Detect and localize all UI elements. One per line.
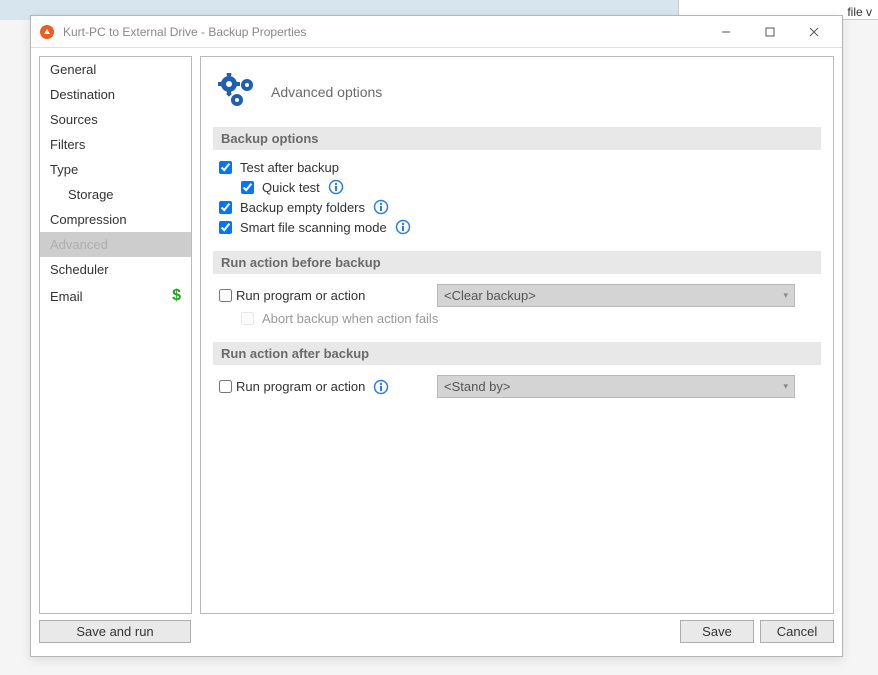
before-action-row: Run program or action <Clear backup> ▾ [213,282,821,309]
option-test-after-backup: Test after backup [213,158,821,177]
app-icon [39,24,55,40]
option-label: Run program or action [236,288,365,303]
checkbox-quick-test[interactable] [241,181,254,194]
sidebar-item-label: Scheduler [50,262,109,277]
sidebar-item-type[interactable]: Type [40,157,191,182]
option-label: Test after backup [240,160,339,175]
select-value: <Clear backup> [444,288,536,303]
sidebar-item-label: General [50,62,96,77]
titlebar: Kurt-PC to External Drive - Backup Prope… [31,16,842,48]
sidebar-item-label: Type [50,162,78,177]
after-action-row: Run program or action <Stand by> ▾ [213,373,821,400]
checkbox-smart-scanning[interactable] [219,221,232,234]
sidebar-item-compression[interactable]: Compression [40,207,191,232]
content-panel: Advanced options Backup options Test aft… [200,56,834,614]
sidebar-item-destination[interactable]: Destination [40,82,191,107]
option-label: Smart file scanning mode [240,220,387,235]
content-header: Advanced options [213,67,821,111]
checkbox-run-before[interactable] [219,289,232,302]
section-label-after-backup: Run action after backup [213,342,821,365]
option-backup-empty-folders: Backup empty folders [213,197,821,217]
save-button[interactable]: Save [680,620,754,643]
sidebar-item-label: Advanced [50,237,108,252]
option-label: Backup empty folders [240,200,365,215]
option-abort-on-fail: Abort backup when action fails [213,309,821,328]
section-label-backup-options: Backup options [213,127,821,150]
sidebar-item-label: Filters [50,137,85,152]
select-before-action[interactable]: <Clear backup> ▾ [437,284,795,307]
window-title: Kurt-PC to External Drive - Backup Prope… [63,25,704,39]
sidebar: General Destination Sources Filters Type… [39,56,192,614]
background-text-snippet: file v [847,5,872,19]
sidebar-item-sources[interactable]: Sources [40,107,191,132]
backup-properties-dialog: Kurt-PC to External Drive - Backup Prope… [30,15,843,657]
minimize-button[interactable] [704,17,748,47]
select-after-action[interactable]: <Stand by> ▾ [437,375,795,398]
close-button[interactable] [792,17,836,47]
info-icon[interactable] [373,379,389,395]
maximize-button[interactable] [748,17,792,47]
sidebar-item-general[interactable]: General [40,57,191,82]
select-value: <Stand by> [444,379,511,394]
checkbox-run-after[interactable] [219,380,232,393]
sidebar-item-filters[interactable]: Filters [40,132,191,157]
info-icon[interactable] [373,199,389,215]
dialog-footer: Save and run Save Cancel [31,614,842,656]
gears-icon [215,73,259,111]
dollar-icon: $ [172,287,181,305]
save-and-run-button[interactable]: Save and run [39,620,191,643]
sidebar-item-label: Destination [50,87,115,102]
info-icon[interactable] [395,219,411,235]
dialog-body: General Destination Sources Filters Type… [31,48,842,614]
sidebar-item-email[interactable]: Email $ [40,282,191,310]
sidebar-item-label: Email [50,289,83,304]
chevron-down-icon: ▾ [783,381,788,392]
sidebar-item-scheduler[interactable]: Scheduler [40,257,191,282]
option-quick-test: Quick test [213,177,821,197]
sidebar-item-label: Storage [68,187,114,202]
sidebar-item-label: Compression [50,212,127,227]
sidebar-item-storage[interactable]: Storage [40,182,191,207]
info-icon[interactable] [328,179,344,195]
option-label: Abort backup when action fails [262,311,438,326]
checkbox-test-after-backup[interactable] [219,161,232,174]
sidebar-item-advanced[interactable]: Advanced [40,232,191,257]
page-title: Advanced options [271,84,382,100]
checkbox-abort-on-fail [241,312,254,325]
sidebar-item-label: Sources [50,112,98,127]
option-smart-file-scanning: Smart file scanning mode [213,217,821,237]
section-label-before-backup: Run action before backup [213,251,821,274]
window-controls [704,17,836,47]
option-label: Run program or action [236,379,365,394]
chevron-down-icon: ▾ [783,290,788,301]
option-label: Quick test [262,180,320,195]
checkbox-backup-empty-folders[interactable] [219,201,232,214]
cancel-button[interactable]: Cancel [760,620,834,643]
